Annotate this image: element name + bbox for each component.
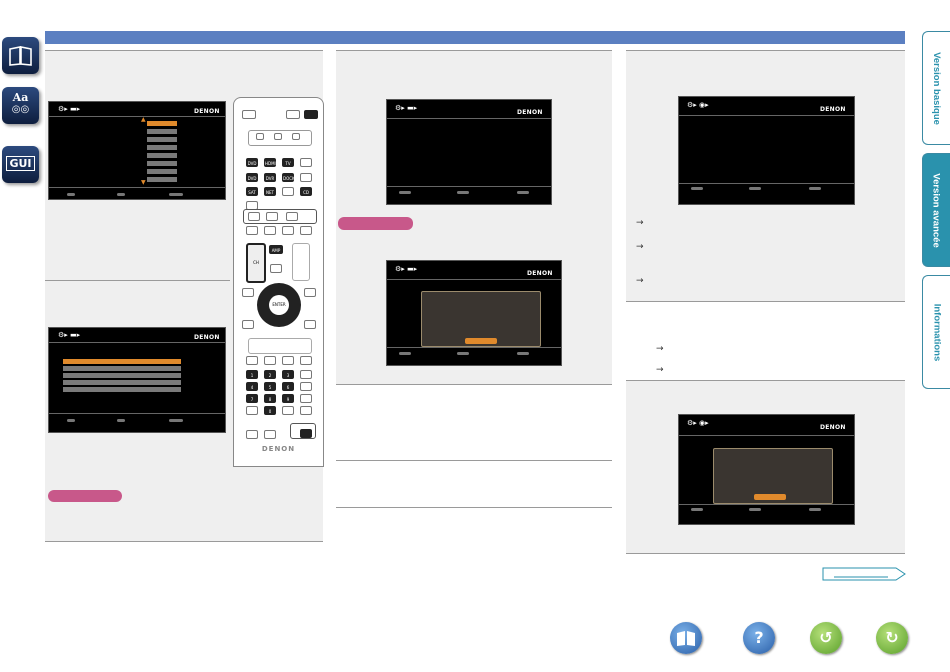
divider: [626, 301, 905, 302]
divider: [336, 507, 612, 508]
gui-screen-dialog-2: ⚙▸ ◉▸ DENON: [678, 414, 855, 525]
gui-screen-menu-list: ⚙▸ ▬▸ DENON: [48, 327, 226, 433]
note-badge: [338, 217, 413, 230]
next-page-arrow-icon[interactable]: [822, 566, 906, 582]
gui-screen-dialog: ⚙▸ ▬▸ DENON: [386, 260, 562, 366]
top-bar: [45, 31, 905, 44]
divider: [45, 280, 230, 281]
gui-screen-channel-list: ⚙▸ ▬▸ DENON ▲ ▼: [48, 101, 226, 200]
tab-version-basique[interactable]: Version basique: [922, 31, 950, 145]
tab-informations[interactable]: Informations: [922, 275, 950, 389]
help-icon[interactable]: ?: [743, 622, 775, 654]
divider: [336, 460, 612, 461]
arrow-bullet: →: [656, 344, 664, 354]
gui-icon[interactable]: GUI: [2, 146, 39, 183]
gui-screen-blank-2: ⚙▸ ◉▸ DENON: [678, 96, 855, 205]
remote-control: DVD HDMI TV DVD DVR DOCK SAT NET CD CH A…: [233, 97, 324, 467]
divider: [45, 50, 323, 51]
note-badge: [48, 490, 122, 502]
gui-screen-blank: ⚙▸ ▬▸ DENON: [386, 99, 552, 205]
tab-version-avancee[interactable]: Version avancée: [922, 153, 950, 267]
divider: [626, 553, 905, 554]
book-icon[interactable]: [670, 622, 702, 654]
arrow-bullet: →: [636, 218, 644, 228]
divider: [45, 541, 323, 542]
forward-icon[interactable]: ↻: [876, 622, 908, 654]
divider: [336, 384, 612, 385]
book-icon[interactable]: [2, 37, 39, 74]
back-icon[interactable]: ↺: [810, 622, 842, 654]
arrow-bullet: →: [636, 242, 644, 252]
arrow-bullet: →: [656, 365, 664, 375]
arrow-bullet: →: [636, 276, 644, 286]
dictionary-icon[interactable]: Aa ◎◎: [2, 87, 39, 124]
